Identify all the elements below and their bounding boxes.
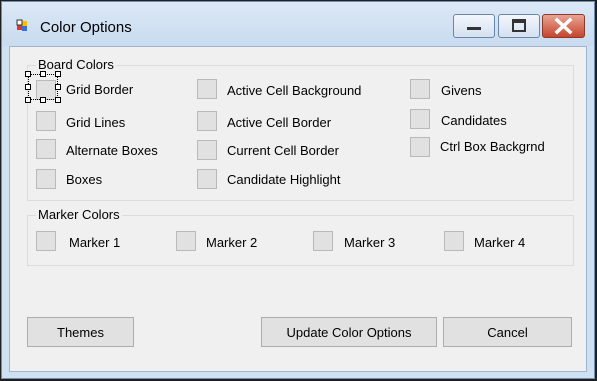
marker-2-label: Marker 2 xyxy=(206,235,258,250)
resize-handle[interactable] xyxy=(40,71,46,77)
active-cell-background-swatch[interactable] xyxy=(197,79,217,99)
active-cell-border-label: Active Cell Border xyxy=(227,115,332,130)
ctrl-box-background-label: Ctrl Box Backgrnd xyxy=(440,139,545,154)
marker-4-label: Marker 4 xyxy=(474,235,526,250)
marker-3-swatch[interactable] xyxy=(313,231,333,251)
marker-3-label: Marker 3 xyxy=(344,235,396,250)
marker-1-swatch[interactable] xyxy=(36,231,56,251)
marker-colors-title: Marker Colors xyxy=(36,207,122,222)
active-cell-border-swatch[interactable] xyxy=(197,111,217,131)
resize-handle[interactable] xyxy=(25,84,31,90)
close-icon xyxy=(554,17,573,35)
resize-handle[interactable] xyxy=(40,97,46,103)
resize-handle[interactable] xyxy=(55,71,61,77)
color-options-window: Color Options Board Colors Grid Border G… xyxy=(1,1,595,379)
maximize-button[interactable] xyxy=(498,14,540,38)
active-cell-background-label: Active Cell Background xyxy=(227,83,362,98)
window-title: Color Options xyxy=(40,19,132,36)
resize-handle[interactable] xyxy=(25,97,31,103)
candidates-swatch[interactable] xyxy=(410,109,430,129)
candidate-highlight-swatch[interactable] xyxy=(197,169,217,189)
title-bar[interactable]: Color Options xyxy=(2,2,594,46)
app-icon xyxy=(16,19,27,31)
alternate-boxes-label: Alternate Boxes xyxy=(66,143,158,158)
dialog-client-area: Board Colors Grid Border Grid Lines Alte… xyxy=(9,46,587,372)
board-colors-title: Board Colors xyxy=(36,57,116,72)
grid-border-label: Grid Border xyxy=(66,82,134,97)
marker-1-label: Marker 1 xyxy=(69,235,121,250)
givens-swatch[interactable] xyxy=(410,79,430,99)
selection-handles[interactable] xyxy=(25,71,61,103)
minimize-icon xyxy=(467,27,481,30)
marker-4-swatch[interactable] xyxy=(444,231,464,251)
candidate-highlight-label: Candidate Highlight xyxy=(227,172,341,187)
minimize-button[interactable] xyxy=(453,14,495,38)
maximize-icon xyxy=(512,19,526,32)
ctrl-box-background-swatch[interactable] xyxy=(410,137,430,157)
update-color-options-button[interactable]: Update Color Options xyxy=(261,317,437,347)
alternate-boxes-swatch[interactable] xyxy=(36,139,56,159)
grid-lines-swatch[interactable] xyxy=(36,111,56,131)
current-cell-border-swatch[interactable] xyxy=(197,140,217,160)
close-button[interactable] xyxy=(542,14,585,38)
marker-2-swatch[interactable] xyxy=(176,231,196,251)
resize-handle[interactable] xyxy=(55,84,61,90)
resize-handle[interactable] xyxy=(55,97,61,103)
boxes-label: Boxes xyxy=(66,172,103,187)
candidates-label: Candidates xyxy=(441,113,507,128)
givens-label: Givens xyxy=(441,83,482,98)
grid-lines-label: Grid Lines xyxy=(66,115,126,130)
themes-button[interactable]: Themes xyxy=(27,317,134,347)
cancel-button[interactable]: Cancel xyxy=(443,317,572,347)
boxes-swatch[interactable] xyxy=(36,169,56,189)
resize-handle[interactable] xyxy=(25,71,31,77)
current-cell-border-label: Current Cell Border xyxy=(227,143,339,158)
